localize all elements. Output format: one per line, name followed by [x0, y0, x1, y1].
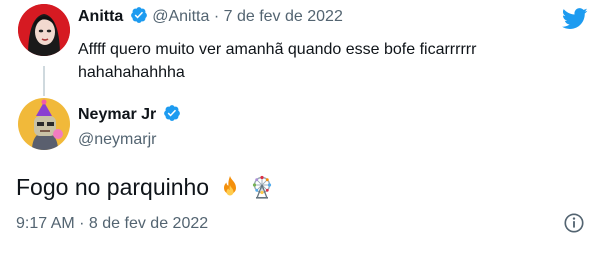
anitta-avatar-image — [18, 4, 70, 56]
neymar-avatar-image — [18, 98, 70, 150]
info-icon[interactable] — [563, 212, 585, 234]
tweet-timestamp[interactable]: 9:17 AM · 8 de fev de 2022 — [16, 215, 208, 233]
fire-emoji-icon — [223, 176, 236, 196]
twitter-bird-icon[interactable] — [562, 8, 588, 30]
reply-text: Affff quero muito ver amanhã quando esse… — [78, 41, 477, 81]
reply-date[interactable]: 7 de fev de 2022 — [224, 8, 343, 25]
main-author-row: Neymar Jr — [78, 104, 181, 124]
verified-badge-icon — [163, 105, 180, 121]
ferris-wheel-emoji-icon — [252, 175, 271, 199]
thread-connector-line — [43, 66, 45, 96]
main-author-handle[interactable]: @neymarjr — [78, 131, 156, 149]
reply-separator: · — [213, 8, 220, 25]
verified-badge-icon — [130, 7, 147, 23]
reply-header: Anitta @Anitta · 7 de fev de 2022 — [78, 6, 343, 26]
main-tweet-text: Fogo no parquinho — [16, 174, 210, 200]
main-author-name[interactable]: Neymar Jr — [78, 106, 156, 123]
reply-handle[interactable]: @Anitta — [152, 8, 209, 25]
main-tweet-text-row: Fogo no parquinho — [16, 174, 274, 201]
neymar-avatar[interactable] — [18, 98, 70, 150]
anitta-avatar[interactable] — [18, 4, 70, 56]
reply-author-name[interactable]: Anitta — [78, 8, 123, 25]
